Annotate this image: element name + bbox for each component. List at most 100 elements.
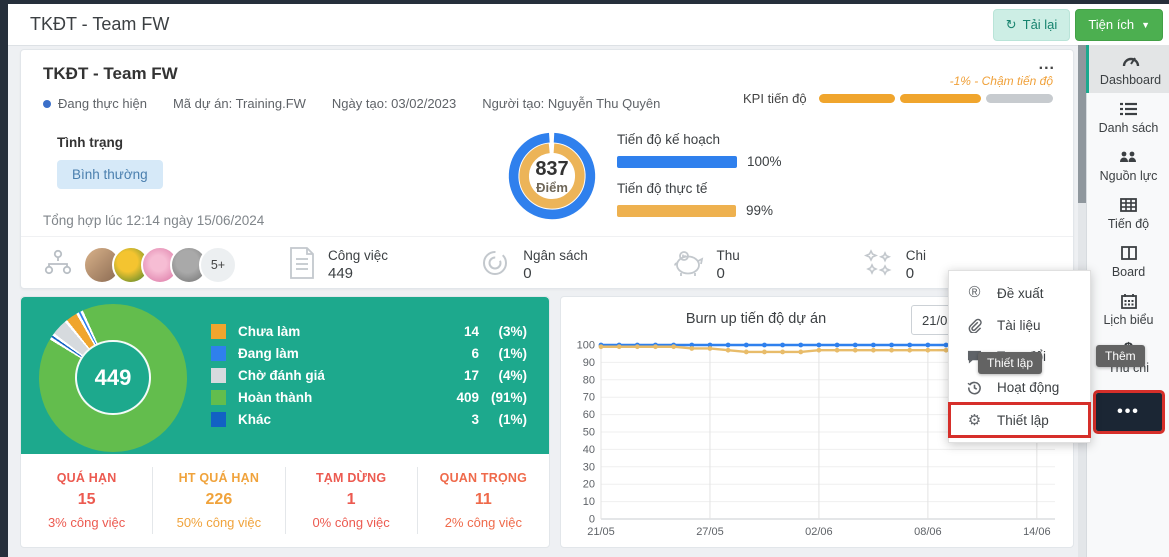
stat-ngan-sach: Ngân sách0 (479, 247, 670, 284)
kpi-note: -1% - Chậm tiến độ (743, 74, 1053, 88)
svg-text:0: 0 (589, 514, 595, 526)
chevron-down-icon: ▼ (1141, 20, 1150, 30)
kpi-bar (819, 94, 1053, 103)
card-menu-icon[interactable]: ... (1039, 56, 1055, 74)
project-created: Ngày tạo: 03/02/2023 (332, 96, 456, 111)
them-tooltip: Thêm (1096, 345, 1145, 367)
kpi-progress: -1% - Chậm tiến độ KPI tiến độ (743, 74, 1053, 106)
org-chart-icon (43, 248, 73, 283)
legend-item: Đang làm6(1%) (211, 346, 527, 361)
svg-text:20: 20 (583, 479, 595, 491)
sidebar-item-tien-do[interactable]: Tiến độ (1087, 189, 1169, 237)
piggy-bank-icon (671, 248, 705, 283)
users-icon (1119, 148, 1139, 166)
utilities-button[interactable]: Tiện ích ▼ (1075, 9, 1163, 41)
member-avatars[interactable]: 5+ (43, 246, 288, 284)
sidebar-item-danh-sach[interactable]: Danh sách (1087, 93, 1169, 141)
thiet-lap-tooltip: Thiết lập (978, 352, 1042, 374)
task-status-card: 449 Chưa làm14(3%) Đang làm6(1%) Chờ đán… (20, 296, 550, 548)
legend-item: Khác3(1%) (211, 412, 527, 427)
menu-item-tai-lieu[interactable]: Tài liệu (949, 310, 1090, 341)
legend-item: Hoàn thành409(91%) (211, 390, 527, 405)
score-unit: Điểm (536, 180, 568, 195)
svg-text:21/05: 21/05 (587, 526, 615, 538)
svg-text:60: 60 (583, 409, 595, 421)
svg-text:14/06: 14/06 (1023, 526, 1051, 538)
stat-qua-han: QUÁ HẠN153% công việc (21, 467, 152, 534)
kpi-segment (900, 94, 981, 103)
sidebar-item-nguon-luc[interactable]: Nguồn lực (1087, 141, 1169, 189)
plan-label: Tiến độ kế hoạch (617, 132, 837, 147)
task-pie-chart: 449 (39, 304, 187, 452)
score-donut: 837 Điểm (504, 128, 600, 224)
sidebar-more-button[interactable]: ••• (1096, 393, 1162, 431)
progress-bars: Tiến độ kế hoạch 100% Tiến độ thực tế 99… (617, 132, 837, 230)
window-left-strip (0, 4, 8, 557)
svg-text:70: 70 (583, 392, 595, 404)
reload-button[interactable]: ↻ Tải lại (993, 9, 1071, 41)
project-status: Đang thực hiện (43, 96, 147, 111)
svg-text:30: 30 (583, 461, 595, 473)
legend-swatch (211, 412, 226, 427)
menu-item-de-xuat[interactable]: ® Đề xuất (949, 276, 1090, 310)
ellipsis-icon: ••• (1117, 403, 1140, 421)
document-icon (288, 247, 316, 284)
legend-item: Chờ đánh giá17(4%) (211, 368, 527, 383)
project-meta: Đang thực hiện Mã dự án: Training.FW Ngà… (43, 96, 660, 111)
svg-text:40: 40 (583, 444, 595, 456)
history-icon (966, 380, 983, 395)
condition-block: Tình trạng Bình thường (57, 135, 163, 189)
plan-value: 100% (747, 154, 782, 169)
table-icon (1119, 196, 1139, 214)
sidebar-item-board[interactable]: Board (1087, 237, 1169, 285)
plan-bar (617, 156, 737, 168)
avatar-more-badge[interactable]: 5+ (199, 246, 237, 284)
calendar-icon (1119, 292, 1139, 310)
task-total: 449 (95, 365, 132, 391)
condition-badge: Bình thường (57, 160, 163, 189)
sidebar-item-dashboard[interactable]: Dashboard (1086, 45, 1169, 93)
sidebar-item-lich-bieu[interactable]: Lịch biểu (1087, 285, 1169, 333)
board-icon (1119, 244, 1139, 262)
project-creator: Người tạo: Nguyễn Thu Quyên (482, 96, 660, 111)
paperclip-icon (966, 318, 983, 333)
refresh-icon: ↻ (1006, 17, 1017, 33)
actual-value: 99% (746, 203, 773, 218)
kpi-segment (819, 94, 895, 103)
project-code: Mã dự án: Training.FW (173, 96, 306, 111)
legend-swatch (211, 324, 226, 339)
score-value: 837 (535, 158, 568, 180)
menu-item-hoat-dong[interactable]: Hoạt động (949, 372, 1090, 403)
summary-timestamp: Tổng hợp lúc 12:14 ngày 15/06/2024 (43, 213, 264, 228)
task-pie-center: 449 (75, 340, 151, 416)
actual-bar (617, 205, 736, 217)
svg-text:08/06: 08/06 (914, 526, 942, 538)
legend-swatch (211, 390, 226, 405)
status-dot-icon (43, 100, 51, 108)
legend-item: Chưa làm14(3%) (211, 324, 527, 339)
menu-item-thiet-lap[interactable]: ⚙ Thiết lập (949, 403, 1090, 437)
project-sidebar: Dashboard Danh sách Nguồn lực Tiến độ Bo… (1086, 45, 1169, 557)
svg-text:100: 100 (577, 340, 595, 352)
task-warning-stats: QUÁ HẠN153% công việc HT QUÁ HẠN22650% c… (21, 454, 549, 547)
dashboard-icon (1121, 52, 1141, 70)
svg-text:27/05: 27/05 (696, 526, 724, 538)
actual-label: Tiến độ thực tế (617, 181, 837, 196)
chart-title: Burn up tiến độ dự án (561, 311, 951, 327)
svg-text:90: 90 (583, 357, 595, 369)
kpi-label: KPI tiến độ (743, 91, 807, 106)
legend-swatch (211, 346, 226, 361)
task-legend: Chưa làm14(3%) Đang làm6(1%) Chờ đánh gi… (211, 324, 531, 427)
stars-icon (862, 247, 894, 284)
kpi-segment (986, 94, 1053, 103)
task-status-panel: 449 Chưa làm14(3%) Đang làm6(1%) Chờ đán… (21, 297, 549, 454)
svg-text:02/06: 02/06 (805, 526, 833, 538)
page-title: TKĐT - Team FW (30, 14, 169, 35)
stat-thu: Thu0 (671, 248, 862, 283)
project-stats-row: 5+ Công việc449 Ngân sách0 Thu0 Chi0 (43, 246, 1053, 284)
stat-cong-viec: Công việc449 (288, 247, 479, 284)
divider (21, 236, 1073, 237)
project-summary-card: TKĐT - Team FW ... Đang thực hiện Mã dự … (20, 49, 1074, 289)
scrollbar-thumb[interactable] (1078, 45, 1086, 203)
gear-icon: ⚙ (966, 411, 983, 429)
